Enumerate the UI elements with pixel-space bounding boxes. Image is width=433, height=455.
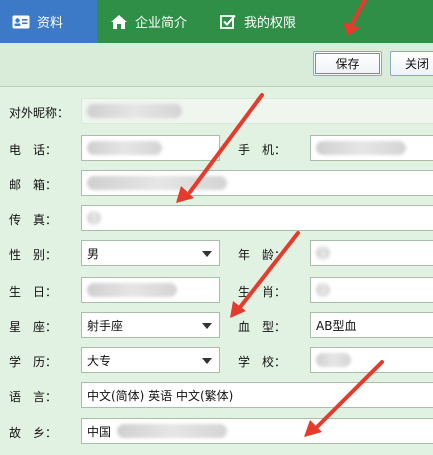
school-label: 学 校： [238, 354, 287, 369]
education-label: 学 历： [9, 354, 58, 369]
profile-form: 对外昵称： 电 话： 手 机： 邮 箱： 传 真： 性 别： 男 年 龄： 生 … [0, 87, 433, 455]
row-gender: 性 别： 男 年 龄： [0, 237, 433, 271]
row-phone: 电 话： 手 机： [0, 132, 433, 166]
constellation-label: 星 座： [9, 319, 58, 334]
language-label: 语 言： [9, 389, 58, 404]
language-input[interactable]: 中文(简体) 英语 中文(繁体) [81, 382, 433, 408]
close-button[interactable]: 关闭 [390, 51, 433, 76]
id-card-icon [12, 13, 30, 31]
row-hometown: 故 乡： 中国 [0, 415, 433, 449]
blood-type-input[interactable]: AB型血 [310, 312, 433, 338]
zodiac-animal-label: 生 肖： [238, 284, 287, 299]
tab-company-intro[interactable]: 企业简介 [110, 0, 187, 43]
tab-my-permissions[interactable]: 我的权限 [219, 0, 296, 43]
zodiac-animal-input[interactable] [310, 277, 433, 303]
constellation-value: 射手座 [87, 318, 124, 333]
age-input[interactable] [310, 240, 433, 266]
row-education: 学 历： 大专 学 校： [0, 344, 433, 378]
row-language: 语 言： 中文(简体) 英语 中文(繁体) [0, 379, 433, 413]
tab-profile-label: 资料 [37, 16, 64, 31]
row-fax: 传 真： [0, 202, 433, 236]
save-button[interactable]: 保存 [313, 51, 382, 76]
checkbox-icon [219, 13, 237, 31]
mobile-input[interactable] [310, 135, 433, 161]
tab-my-permissions-label: 我的权限 [244, 16, 297, 31]
tab-bar: 资料 企业简介 我的权限 [0, 0, 433, 43]
row-nickname: 对外昵称： [0, 95, 433, 129]
email-input[interactable] [81, 170, 433, 196]
toolbar: 保存 关闭 [0, 43, 433, 87]
blood-type-value: AB型血 [316, 318, 357, 333]
row-constellation: 星 座： 射手座 血 型： AB型血 [0, 309, 433, 343]
tab-profile[interactable]: 资料 [0, 0, 97, 43]
birthday-label: 生 日： [9, 284, 58, 299]
constellation-select[interactable]: 射手座 [81, 312, 220, 338]
education-select[interactable]: 大专 [81, 347, 220, 373]
school-input[interactable] [310, 347, 433, 373]
hometown-value: 中国 [87, 424, 112, 439]
gender-value: 男 [87, 246, 100, 261]
phone-label: 电 话： [9, 142, 58, 157]
gender-select[interactable]: 男 [81, 240, 220, 266]
blood-type-label: 血 型： [238, 319, 287, 334]
home-icon [110, 13, 128, 31]
nickname-label: 对外昵称： [9, 105, 70, 120]
mobile-label: 手 机： [238, 142, 287, 157]
hometown-label: 故 乡： [9, 425, 58, 440]
fax-label: 传 真： [9, 212, 58, 227]
education-value: 大专 [87, 353, 112, 368]
nickname-input[interactable] [81, 98, 433, 124]
tab-company-intro-label: 企业简介 [135, 16, 188, 31]
birthday-input[interactable] [81, 277, 220, 303]
row-email: 邮 箱： [0, 167, 433, 201]
language-value: 中文(简体) 英语 中文(繁体) [87, 388, 234, 403]
email-label: 邮 箱： [9, 177, 58, 192]
gender-label: 性 别： [9, 247, 58, 262]
row-birthday: 生 日： 生 肖： [0, 274, 433, 308]
fax-input[interactable] [81, 205, 433, 231]
phone-input[interactable] [81, 135, 220, 161]
age-label: 年 龄： [238, 247, 287, 262]
hometown-input[interactable]: 中国 [81, 418, 433, 444]
